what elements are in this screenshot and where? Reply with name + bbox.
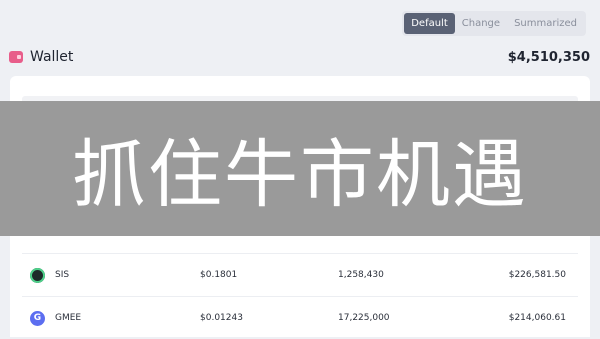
token-amount: 17,225,000 (338, 313, 390, 323)
table-row[interactable]: G GMEE $0.01243 17,225,000 $214,060.61 (22, 296, 578, 339)
token-value: $214,060.61 (508, 313, 566, 323)
view-mode-tabs: Default Change Summarized (402, 11, 586, 36)
tab-default[interactable]: Default (404, 13, 455, 34)
token-amount: 1,258,430 (338, 270, 384, 280)
wallet-total-value: $4,510,350 (507, 49, 590, 65)
table-row[interactable]: SIS $0.1801 1,258,430 $226,581.50 (22, 253, 578, 296)
token-cell: SIS (22, 267, 200, 283)
wallet-title: Wallet (30, 49, 74, 65)
token-price: $0.1801 (200, 270, 238, 280)
token-cell: G GMEE (22, 310, 200, 326)
wallet-icon (9, 51, 23, 63)
overlay-text: 抓住牛市机遇 (72, 132, 528, 218)
token-symbol: GMEE (55, 313, 82, 323)
token-symbol: SIS (55, 270, 70, 280)
sis-coin-icon (30, 267, 45, 283)
token-price: $0.01243 (200, 313, 243, 323)
token-value: $226,581.50 (508, 270, 566, 280)
gmee-coin-icon: G (30, 310, 45, 326)
wallet-header: Wallet $4,510,350 (9, 45, 590, 69)
tab-summarized[interactable]: Summarized (507, 13, 584, 34)
overlay-banner: 抓住牛市机遇 (0, 101, 600, 236)
tab-change[interactable]: Change (455, 13, 507, 34)
wallet-title-group: Wallet (9, 49, 73, 65)
